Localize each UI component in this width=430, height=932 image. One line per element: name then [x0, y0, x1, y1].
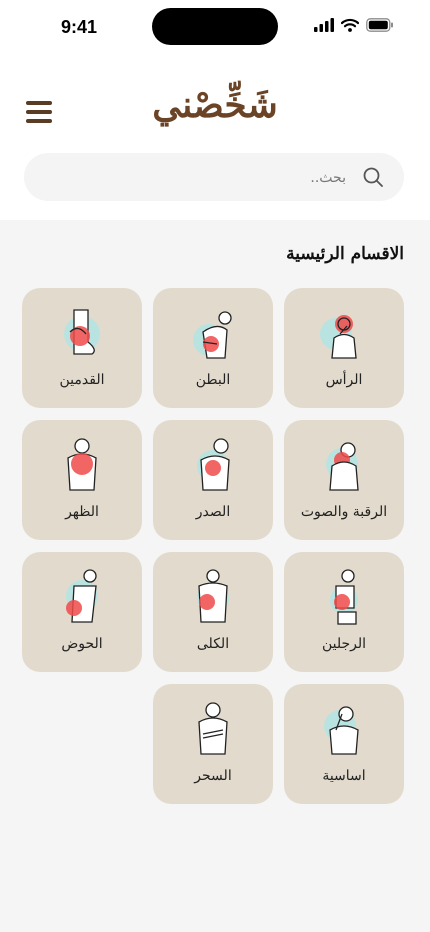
- category-card-kidney[interactable]: الكلى: [153, 552, 273, 672]
- main-content: الاقسام الرئيسية الرأس البطن القدمين الر…: [0, 220, 430, 932]
- category-card-basic[interactable]: اساسية: [284, 684, 404, 804]
- back-pain-figure-icon: [67, 438, 97, 491]
- category-card-chest[interactable]: الصدر: [153, 420, 273, 540]
- category-card-neck[interactable]: الرقبة والصوت: [284, 420, 404, 540]
- category-label: البطن: [195, 372, 231, 388]
- category-label: الكلى: [196, 636, 230, 652]
- category-card-legs[interactable]: الرجلين: [284, 552, 404, 672]
- app-logo: شَخِّصْني: [152, 84, 278, 126]
- category-label: الصدر: [195, 504, 231, 520]
- category-card-belly[interactable]: البطن: [153, 288, 273, 408]
- feet-pain-figure-icon: [64, 309, 100, 355]
- category-card-magic[interactable]: السحر: [153, 684, 273, 804]
- app-header: شَخِّصْني: [0, 54, 430, 220]
- category-label: الحوض: [61, 636, 103, 652]
- search-icon[interactable]: [362, 166, 384, 188]
- battery-icon: [366, 18, 393, 32]
- kidney-pain-figure-icon: [197, 569, 229, 623]
- search-bar[interactable]: [24, 153, 404, 203]
- head-pain-figure-icon: [320, 315, 357, 359]
- status-bar: 9:41: [0, 0, 430, 54]
- category-card-head[interactable]: الرأس: [284, 288, 404, 408]
- category-card-back[interactable]: الظهر: [22, 420, 142, 540]
- category-label: القدمين: [59, 372, 105, 388]
- neck-pain-figure-icon: [326, 442, 359, 491]
- category-card-pelvis[interactable]: الحوض: [22, 552, 142, 672]
- pelvis-pain-figure-icon: [66, 569, 98, 623]
- category-label: الظهر: [65, 504, 99, 520]
- belly-pain-figure-icon: [193, 311, 232, 359]
- status-icons: [314, 18, 394, 32]
- magic-figure-icon: [198, 702, 228, 755]
- section-title: الاقسام الرئيسية: [286, 244, 404, 264]
- category-label: الرجلين: [321, 636, 367, 652]
- category-label: الرأس: [325, 372, 363, 388]
- cellular-signal-icon: [314, 18, 334, 32]
- status-time: 9:41: [61, 17, 98, 37]
- chest-pain-figure-icon: [197, 438, 230, 491]
- basic-figure-icon: [324, 706, 359, 755]
- search-input[interactable]: [44, 153, 348, 203]
- dynamic-island: [152, 8, 278, 45]
- category-card-feet[interactable]: القدمين: [22, 288, 142, 408]
- category-label: السحر: [194, 768, 232, 784]
- wifi-icon: [341, 18, 359, 32]
- category-label: الرقبة والصوت: [300, 504, 388, 520]
- legs-pain-figure-icon: [330, 569, 358, 625]
- category-label: اساسية: [322, 768, 366, 784]
